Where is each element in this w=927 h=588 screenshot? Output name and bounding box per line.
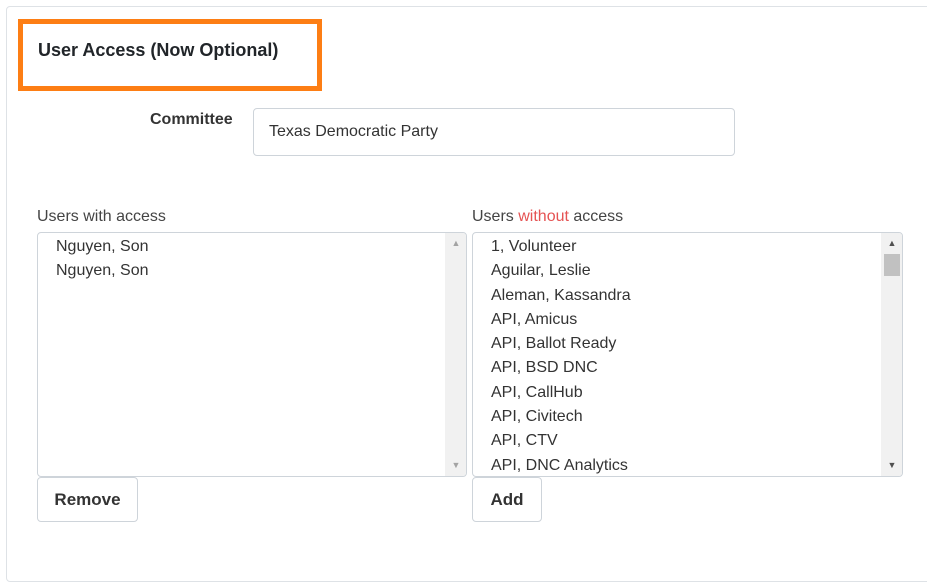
users-with-access-listbox[interactable]: Nguyen, Son Nguyen, Son ▲ ▼ (37, 232, 467, 477)
list-option[interactable]: API, DNC Analytics (473, 454, 882, 476)
scroll-down-arrow-icon[interactable]: ▼ (882, 457, 902, 474)
list-option[interactable]: Aleman, Kassandra (473, 284, 882, 308)
label-emphasis-without: without (518, 208, 569, 225)
list-option[interactable]: Aguilar, Leslie (473, 259, 882, 283)
label-prefix: Users (472, 208, 519, 225)
list-option[interactable]: API, Ballot Ready (473, 332, 882, 356)
users-with-access-scrollbar[interactable]: ▲ ▼ (445, 233, 466, 476)
add-button[interactable]: Add (472, 477, 542, 522)
users-without-access-scrollbar[interactable]: ▲ ▼ (881, 233, 902, 476)
committee-input[interactable] (253, 108, 735, 156)
list-option[interactable]: Nguyen, Son (38, 259, 446, 283)
scroll-up-arrow-icon[interactable]: ▲ (882, 235, 902, 252)
list-option[interactable]: API, CTV (473, 429, 882, 453)
remove-button[interactable]: Remove (37, 477, 138, 522)
list-option[interactable]: Nguyen, Son (38, 235, 446, 259)
users-with-access-label: Users with access (37, 208, 166, 225)
section-title: User Access (Now Optional) (38, 40, 279, 60)
list-option[interactable]: API, CallHub (473, 381, 882, 405)
list-option[interactable]: API, Civitech (473, 405, 882, 429)
scroll-thumb[interactable] (884, 254, 900, 276)
users-with-access-options: Nguyen, Son Nguyen, Son (38, 235, 446, 284)
list-option[interactable]: API, BSD DNC (473, 356, 882, 380)
list-option[interactable]: API, Amicus (473, 308, 882, 332)
label-suffix: access (568, 208, 624, 225)
scroll-down-arrow-icon[interactable]: ▼ (446, 457, 466, 474)
users-without-access-label: Users without access (472, 208, 623, 226)
committee-label: Committee (150, 111, 233, 128)
users-without-access-listbox[interactable]: 1, Volunteer Aguilar, Leslie Aleman, Kassa… (472, 232, 903, 477)
list-option[interactable]: 1, Volunteer (473, 235, 882, 259)
users-without-access-options: 1, Volunteer Aguilar, Leslie Aleman, Kassa… (473, 235, 882, 476)
scroll-up-arrow-icon[interactable]: ▲ (446, 235, 466, 252)
